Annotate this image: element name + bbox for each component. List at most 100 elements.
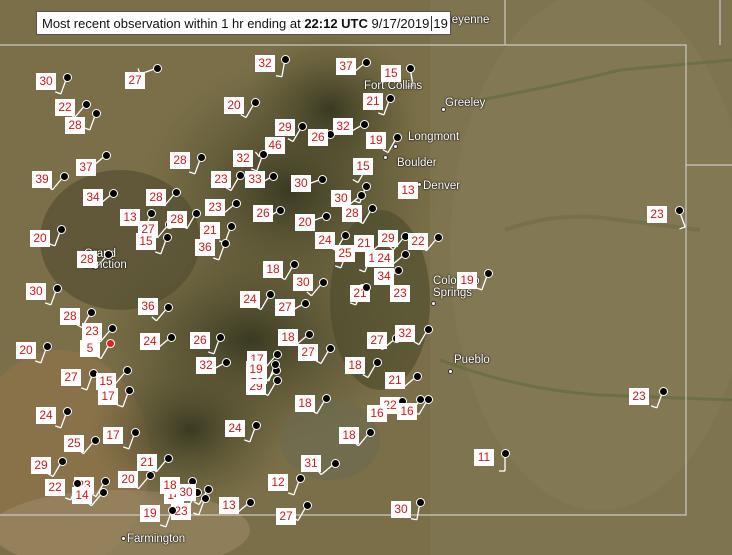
station-value[interactable]: 26 (253, 205, 273, 222)
station-marker[interactable] (123, 366, 132, 375)
station-value[interactable]: 29 (31, 457, 51, 474)
station-marker[interactable] (82, 100, 91, 109)
station-marker[interactable] (675, 206, 684, 215)
station-value[interactable]: 13 (219, 497, 239, 514)
station-marker[interactable] (164, 303, 173, 312)
station-marker[interactable] (125, 386, 134, 395)
station-marker[interactable] (53, 284, 62, 293)
station-value[interactable]: 13 (120, 209, 140, 226)
station-marker[interactable] (424, 395, 433, 404)
station-marker[interactable] (362, 283, 371, 292)
station-marker[interactable] (168, 506, 177, 515)
station-marker[interactable] (216, 333, 225, 342)
station-marker[interactable] (360, 120, 369, 129)
station-marker[interactable] (99, 488, 108, 497)
station-value[interactable]: 11 (474, 449, 494, 466)
station-marker[interactable] (401, 250, 410, 259)
station-marker[interactable] (106, 339, 115, 348)
station-marker[interactable] (92, 109, 101, 118)
station-value[interactable]: 20 (118, 471, 138, 488)
station-marker[interactable] (331, 459, 340, 468)
station-marker[interactable] (104, 250, 113, 259)
station-marker[interactable] (236, 171, 245, 180)
station-value[interactable]: 27 (298, 344, 318, 361)
station-marker[interactable] (167, 333, 176, 342)
station-marker[interactable] (362, 182, 371, 191)
station-marker[interactable] (322, 394, 331, 403)
station-marker[interactable] (192, 209, 201, 218)
station-value[interactable]: 15 (136, 233, 156, 250)
station-marker[interactable] (109, 189, 118, 198)
station-marker[interactable] (204, 485, 213, 494)
station-marker[interactable] (164, 454, 173, 463)
station-marker[interactable] (163, 233, 172, 242)
station-marker[interactable] (501, 449, 510, 458)
station-value[interactable]: 28 (65, 117, 85, 134)
station-value[interactable]: 15 (353, 158, 373, 175)
station-value[interactable]: 20 (30, 230, 50, 247)
station-value[interactable]: 31 (301, 455, 321, 472)
station-value[interactable]: 16 (367, 405, 387, 422)
station-marker[interactable] (276, 206, 285, 215)
station-value[interactable]: 19 (140, 505, 160, 522)
station-value[interactable]: 32 (395, 325, 415, 342)
station-marker[interactable] (271, 360, 280, 369)
station-value[interactable]: 17 (103, 427, 123, 444)
station-value[interactable]: 27 (367, 332, 387, 349)
station-value[interactable]: 24 (374, 250, 394, 267)
station-value[interactable]: 29 (275, 119, 295, 136)
station-marker[interactable] (326, 344, 335, 353)
station-marker[interactable] (318, 175, 327, 184)
station-marker[interactable] (368, 204, 377, 213)
station-value[interactable]: 28 (342, 205, 362, 222)
station-marker[interactable] (393, 133, 402, 142)
station-value[interactable]: 30 (26, 283, 46, 300)
station-marker[interactable] (273, 350, 282, 359)
station-value[interactable]: 30 (331, 190, 351, 207)
station-value[interactable]: 5 (80, 340, 100, 357)
station-value[interactable]: 33 (245, 171, 265, 188)
station-value[interactable]: 24 (36, 407, 56, 424)
station-value[interactable]: 39 (32, 171, 52, 188)
station-value[interactable]: 23 (211, 171, 231, 188)
station-value[interactable]: 20 (16, 342, 36, 359)
station-value[interactable]: 23 (205, 199, 225, 216)
station-value[interactable]: 19 (366, 132, 386, 149)
station-value[interactable]: 19 (246, 361, 266, 378)
station-value[interactable]: 21 (200, 222, 220, 239)
station-marker[interactable] (221, 239, 230, 248)
station-marker[interactable] (281, 55, 290, 64)
station-value[interactable]: 30 (176, 484, 196, 501)
station-value[interactable]: 23 (647, 206, 667, 223)
station-marker[interactable] (290, 260, 299, 269)
station-value[interactable]: 28 (77, 251, 97, 268)
station-marker[interactable] (322, 212, 331, 221)
station-marker[interactable] (201, 494, 210, 503)
station-value[interactable]: 32 (255, 55, 275, 72)
station-value[interactable]: 32 (333, 118, 353, 135)
station-value[interactable]: 28 (167, 211, 187, 228)
station-value[interactable]: 17 (98, 388, 118, 405)
station-marker[interactable] (366, 428, 375, 437)
station-marker[interactable] (298, 122, 307, 131)
station-marker[interactable] (269, 172, 278, 181)
station-value[interactable]: 18 (263, 261, 283, 278)
station-marker[interactable] (362, 58, 371, 67)
station-marker[interactable] (87, 308, 96, 317)
station-value[interactable]: 30 (36, 73, 56, 90)
station-value[interactable]: 23 (629, 388, 649, 405)
station-marker[interactable] (172, 188, 181, 197)
station-marker[interactable] (341, 231, 350, 240)
station-marker[interactable] (251, 98, 260, 107)
station-value[interactable]: 36 (195, 239, 215, 256)
station-marker[interactable] (101, 477, 110, 486)
station-marker[interactable] (434, 233, 443, 242)
station-marker[interactable] (57, 225, 66, 234)
station-marker[interactable] (222, 358, 231, 367)
station-value[interactable]: 23 (390, 285, 410, 302)
station-marker[interactable] (406, 64, 415, 73)
station-value[interactable]: 32 (196, 357, 216, 374)
station-marker[interactable] (146, 471, 155, 480)
station-marker[interactable] (232, 199, 241, 208)
station-value[interactable]: 18 (345, 357, 365, 374)
